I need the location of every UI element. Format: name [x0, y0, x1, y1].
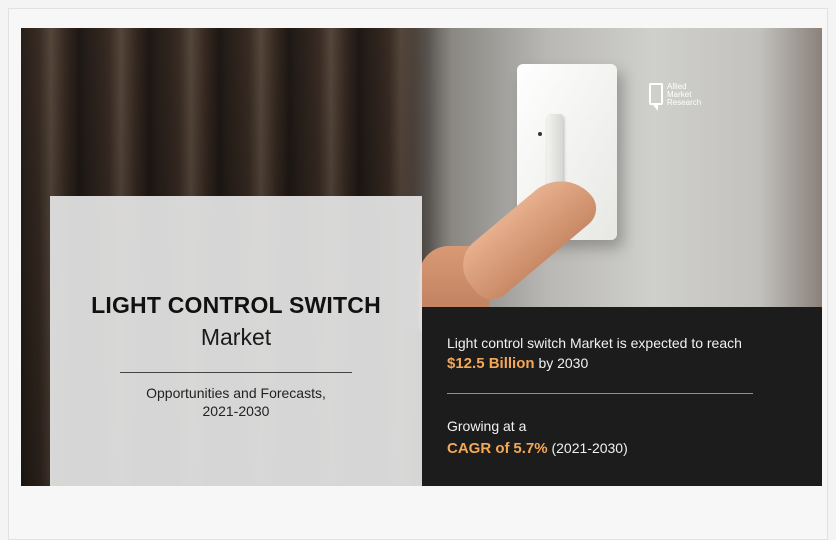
stats-panel: Light control switch Market is expected … [422, 307, 822, 486]
market-value-suffix: by 2030 [538, 355, 589, 371]
allied-market-research-logo: Allied Market Research [649, 83, 739, 123]
market-value: $12.5 Billion [447, 355, 535, 372]
cagr-label: CAGR of [447, 440, 510, 457]
logo-text: Allied Market Research [667, 83, 701, 107]
market-value-prefix: Light control switch Market is expected … [447, 335, 742, 351]
logo-icon [649, 83, 663, 111]
forecast-period: Opportunities and Forecasts, 2021-2030 [50, 384, 422, 420]
cagr-value: 5.7% [513, 440, 548, 457]
title-divider [120, 372, 352, 373]
market-value-statement: Light control switch Market is expected … [447, 333, 777, 374]
market-banner-image: Allied Market Research LIGHT CONTROL SWI… [21, 28, 822, 486]
growth-prefix: Growing at a [447, 418, 527, 434]
cagr-period: (2021-2030) [551, 440, 628, 456]
switch-indicator-dot [538, 132, 542, 136]
cagr-statement: Growing at a CAGR of 5.7% (2021-2030) [447, 415, 777, 460]
forecast-line-1: Opportunities and Forecasts, [146, 385, 326, 401]
stats-divider [447, 393, 753, 394]
report-title: LIGHT CONTROL SWITCH [91, 292, 381, 318]
logo-line-3: Research [667, 98, 702, 107]
forecast-line-2: 2021-2030 [202, 403, 270, 419]
report-subtitle: Market [200, 324, 272, 350]
title-panel: LIGHT CONTROL SWITCH Market Opportunitie… [50, 196, 422, 486]
